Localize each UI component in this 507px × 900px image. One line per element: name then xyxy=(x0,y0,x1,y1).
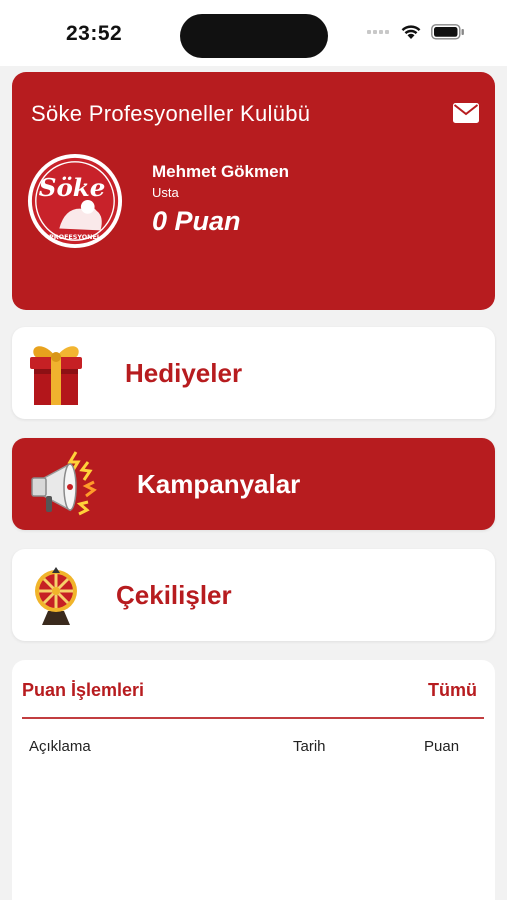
prize-wheel-icon xyxy=(35,567,77,625)
points-history-title: Puan İşlemleri xyxy=(22,680,145,700)
gifts-label: Hediyeler xyxy=(125,358,243,388)
gift-icon xyxy=(30,346,82,405)
member-level: Usta xyxy=(152,185,179,200)
see-all-link[interactable]: Tümü xyxy=(428,680,477,701)
wifi-icon xyxy=(401,25,421,39)
membership-card: Söke Profesyoneller Kulübü Söke PROFESYO… xyxy=(12,72,495,310)
draws-button[interactable]: Çekilişler xyxy=(12,549,495,641)
draws-label: Çekilişler xyxy=(116,580,232,610)
campaigns-label: Kampanyalar xyxy=(137,469,301,499)
battery-icon xyxy=(431,24,464,40)
soke-logo: Söke PROFESYONEL xyxy=(27,153,123,249)
column-description: Açıklama xyxy=(29,738,91,755)
campaigns-button[interactable]: Kampanyalar xyxy=(12,438,495,530)
logo-subtext: PROFESYONEL xyxy=(49,233,101,241)
divider xyxy=(22,717,484,719)
signal-icon xyxy=(367,30,389,34)
column-date: Tarih xyxy=(293,738,326,755)
status-icons xyxy=(367,24,465,40)
status-bar: 23:52 xyxy=(0,0,507,66)
dynamic-island xyxy=(180,14,328,58)
mail-icon[interactable] xyxy=(453,103,479,123)
megaphone-icon xyxy=(31,451,97,516)
status-time: 23:52 xyxy=(66,22,123,45)
club-title: Söke Profesyoneller Kulübü xyxy=(31,101,311,126)
logo-text: Söke xyxy=(39,173,106,202)
member-points: 0 Puan xyxy=(152,206,241,236)
column-points: Puan xyxy=(424,738,460,755)
gifts-button[interactable]: Hediyeler xyxy=(12,327,495,419)
member-name: Mehmet Gökmen xyxy=(152,162,289,181)
points-history-panel: Puan İşlemleri Tümü Açıklama Tarih Puan xyxy=(12,660,495,900)
